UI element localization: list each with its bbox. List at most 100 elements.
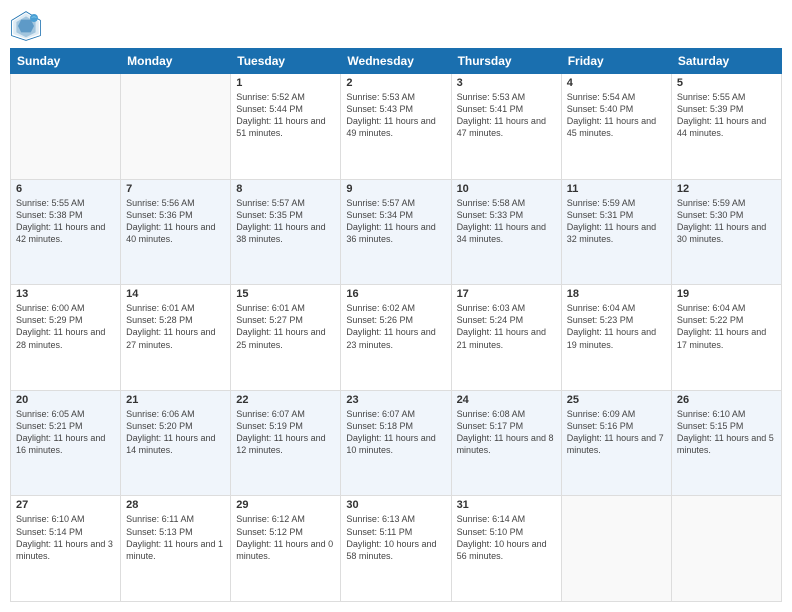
day-number: 27 xyxy=(16,499,115,511)
calendar-cell: 9 Sunrise: 5:57 AM Sunset: 5:34 PM Daylig… xyxy=(341,179,451,285)
cell-content: Sunrise: 6:00 AM Sunset: 5:29 PM Dayligh… xyxy=(16,302,115,351)
calendar-week-row: 13 Sunrise: 6:00 AM Sunset: 5:29 PM Dayli… xyxy=(11,285,782,391)
day-number: 5 xyxy=(677,77,776,89)
cell-content: Sunrise: 6:06 AM Sunset: 5:20 PM Dayligh… xyxy=(126,408,225,457)
calendar-cell: 27 Sunrise: 6:10 AM Sunset: 5:14 PM Dayli… xyxy=(11,496,121,602)
day-number: 20 xyxy=(16,394,115,406)
calendar-cell: 11Sunrise: 5:59 AM Sunset: 5:31 PM Dayli… xyxy=(561,179,671,285)
calendar-cell: 17Sunrise: 6:03 AM Sunset: 5:24 PM Dayli… xyxy=(451,285,561,391)
weekday-header: Monday xyxy=(121,49,231,74)
day-number: 3 xyxy=(457,77,556,89)
cell-content: Sunrise: 6:07 AM Sunset: 5:18 PM Dayligh… xyxy=(346,408,445,457)
cell-content: Sunrise: 6:08 AM Sunset: 5:17 PM Dayligh… xyxy=(457,408,556,457)
calendar-cell: 31 Sunrise: 6:14 AM Sunset: 5:10 PM Dayli… xyxy=(451,496,561,602)
cell-content: Sunrise: 6:12 AM Sunset: 5:12 PM Dayligh… xyxy=(236,513,335,562)
calendar-cell: 15Sunrise: 6:01 AM Sunset: 5:27 PM Dayli… xyxy=(231,285,341,391)
day-number: 13 xyxy=(16,288,115,300)
cell-content: Sunrise: 6:04 AM Sunset: 5:23 PM Dayligh… xyxy=(567,302,666,351)
cell-content: Sunrise: 6:10 AM Sunset: 5:15 PM Dayligh… xyxy=(677,408,776,457)
cell-content: Sunrise: 6:05 AM Sunset: 5:21 PM Dayligh… xyxy=(16,408,115,457)
calendar-cell: 13 Sunrise: 6:00 AM Sunset: 5:29 PM Dayli… xyxy=(11,285,121,391)
day-number: 14 xyxy=(126,288,225,300)
weekday-header: Saturday xyxy=(671,49,781,74)
cell-content: Sunrise: 5:56 AM Sunset: 5:36 PM Dayligh… xyxy=(126,197,225,246)
calendar-cell: 2Sunrise: 5:53 AM Sunset: 5:43 PM Daylig… xyxy=(341,74,451,180)
day-number: 18 xyxy=(567,288,666,300)
calendar-cell: 8Sunrise: 5:57 AM Sunset: 5:35 PM Daylig… xyxy=(231,179,341,285)
cell-content: Sunrise: 6:11 AM Sunset: 5:13 PM Dayligh… xyxy=(126,513,225,562)
calendar-cell: 4Sunrise: 5:54 AM Sunset: 5:40 PM Daylig… xyxy=(561,74,671,180)
day-number: 7 xyxy=(126,183,225,195)
weekday-header: Thursday xyxy=(451,49,561,74)
weekday-header: Wednesday xyxy=(341,49,451,74)
calendar-cell: 19 Sunrise: 6:04 AM Sunset: 5:22 PM Dayli… xyxy=(671,285,781,391)
weekday-header: Sunday xyxy=(11,49,121,74)
cell-content: Sunrise: 5:57 AM Sunset: 5:35 PM Dayligh… xyxy=(236,197,335,246)
day-number: 21 xyxy=(126,394,225,406)
calendar-cell: 3 Sunrise: 5:53 AM Sunset: 5:41 PM Daylig… xyxy=(451,74,561,180)
header xyxy=(10,10,782,42)
calendar-header-row: SundayMondayTuesdayWednesdayThursdayFrid… xyxy=(11,49,782,74)
cell-content: Sunrise: 5:58 AM Sunset: 5:33 PM Dayligh… xyxy=(457,197,556,246)
calendar-cell: 12Sunrise: 5:59 AM Sunset: 5:30 PM Dayli… xyxy=(671,179,781,285)
day-number: 15 xyxy=(236,288,335,300)
cell-content: Sunrise: 5:54 AM Sunset: 5:40 PM Dayligh… xyxy=(567,91,666,140)
calendar-cell xyxy=(121,74,231,180)
cell-content: Sunrise: 5:59 AM Sunset: 5:31 PM Dayligh… xyxy=(567,197,666,246)
calendar-cell xyxy=(561,496,671,602)
calendar-week-row: 1 Sunrise: 5:52 AM Sunset: 5:44 PM Daylig… xyxy=(11,74,782,180)
cell-content: Sunrise: 5:57 AM Sunset: 5:34 PM Dayligh… xyxy=(346,197,445,246)
calendar-cell: 22 Sunrise: 6:07 AM Sunset: 5:19 PM Dayli… xyxy=(231,390,341,496)
cell-content: Sunrise: 6:14 AM Sunset: 5:10 PM Dayligh… xyxy=(457,513,556,562)
calendar-cell xyxy=(11,74,121,180)
calendar-cell: 5 Sunrise: 5:55 AM Sunset: 5:39 PM Daylig… xyxy=(671,74,781,180)
calendar-cell: 6 Sunrise: 5:55 AM Sunset: 5:38 PM Daylig… xyxy=(11,179,121,285)
day-number: 24 xyxy=(457,394,556,406)
day-number: 28 xyxy=(126,499,225,511)
day-number: 9 xyxy=(346,183,445,195)
day-number: 22 xyxy=(236,394,335,406)
calendar-cell: 29Sunrise: 6:12 AM Sunset: 5:12 PM Dayli… xyxy=(231,496,341,602)
day-number: 31 xyxy=(457,499,556,511)
page: SundayMondayTuesdayWednesdayThursdayFrid… xyxy=(0,0,792,612)
calendar-cell: 23 Sunrise: 6:07 AM Sunset: 5:18 PM Dayli… xyxy=(341,390,451,496)
cell-content: Sunrise: 6:09 AM Sunset: 5:16 PM Dayligh… xyxy=(567,408,666,457)
day-number: 26 xyxy=(677,394,776,406)
calendar-cell: 21 Sunrise: 6:06 AM Sunset: 5:20 PM Dayli… xyxy=(121,390,231,496)
cell-content: Sunrise: 5:55 AM Sunset: 5:38 PM Dayligh… xyxy=(16,197,115,246)
day-number: 6 xyxy=(16,183,115,195)
calendar-cell: 10 Sunrise: 5:58 AM Sunset: 5:33 PM Dayli… xyxy=(451,179,561,285)
calendar-cell: 20 Sunrise: 6:05 AM Sunset: 5:21 PM Dayli… xyxy=(11,390,121,496)
logo-icon xyxy=(10,10,42,42)
logo xyxy=(10,10,46,42)
day-number: 25 xyxy=(567,394,666,406)
calendar-cell: 28 Sunrise: 6:11 AM Sunset: 5:13 PM Dayli… xyxy=(121,496,231,602)
day-number: 30 xyxy=(346,499,445,511)
calendar-cell: 7 Sunrise: 5:56 AM Sunset: 5:36 PM Daylig… xyxy=(121,179,231,285)
calendar-cell: 1 Sunrise: 5:52 AM Sunset: 5:44 PM Daylig… xyxy=(231,74,341,180)
cell-content: Sunrise: 6:04 AM Sunset: 5:22 PM Dayligh… xyxy=(677,302,776,351)
calendar-cell: 16 Sunrise: 6:02 AM Sunset: 5:26 PM Dayli… xyxy=(341,285,451,391)
calendar-cell: 25 Sunrise: 6:09 AM Sunset: 5:16 PM Dayli… xyxy=(561,390,671,496)
weekday-header: Friday xyxy=(561,49,671,74)
day-number: 19 xyxy=(677,288,776,300)
calendar-week-row: 20 Sunrise: 6:05 AM Sunset: 5:21 PM Dayli… xyxy=(11,390,782,496)
cell-content: Sunrise: 6:07 AM Sunset: 5:19 PM Dayligh… xyxy=(236,408,335,457)
day-number: 23 xyxy=(346,394,445,406)
cell-content: Sunrise: 5:59 AM Sunset: 5:30 PM Dayligh… xyxy=(677,197,776,246)
calendar-cell: 14 Sunrise: 6:01 AM Sunset: 5:28 PM Dayli… xyxy=(121,285,231,391)
calendar-week-row: 27 Sunrise: 6:10 AM Sunset: 5:14 PM Dayli… xyxy=(11,496,782,602)
cell-content: Sunrise: 6:10 AM Sunset: 5:14 PM Dayligh… xyxy=(16,513,115,562)
day-number: 1 xyxy=(236,77,335,89)
calendar-week-row: 6 Sunrise: 5:55 AM Sunset: 5:38 PM Daylig… xyxy=(11,179,782,285)
day-number: 10 xyxy=(457,183,556,195)
cell-content: Sunrise: 6:01 AM Sunset: 5:28 PM Dayligh… xyxy=(126,302,225,351)
cell-content: Sunrise: 5:53 AM Sunset: 5:41 PM Dayligh… xyxy=(457,91,556,140)
cell-content: Sunrise: 5:55 AM Sunset: 5:39 PM Dayligh… xyxy=(677,91,776,140)
cell-content: Sunrise: 5:53 AM Sunset: 5:43 PM Dayligh… xyxy=(346,91,445,140)
day-number: 16 xyxy=(346,288,445,300)
cell-content: Sunrise: 6:13 AM Sunset: 5:11 PM Dayligh… xyxy=(346,513,445,562)
cell-content: Sunrise: 5:52 AM Sunset: 5:44 PM Dayligh… xyxy=(236,91,335,140)
cell-content: Sunrise: 6:02 AM Sunset: 5:26 PM Dayligh… xyxy=(346,302,445,351)
calendar-cell: 30 Sunrise: 6:13 AM Sunset: 5:11 PM Dayli… xyxy=(341,496,451,602)
